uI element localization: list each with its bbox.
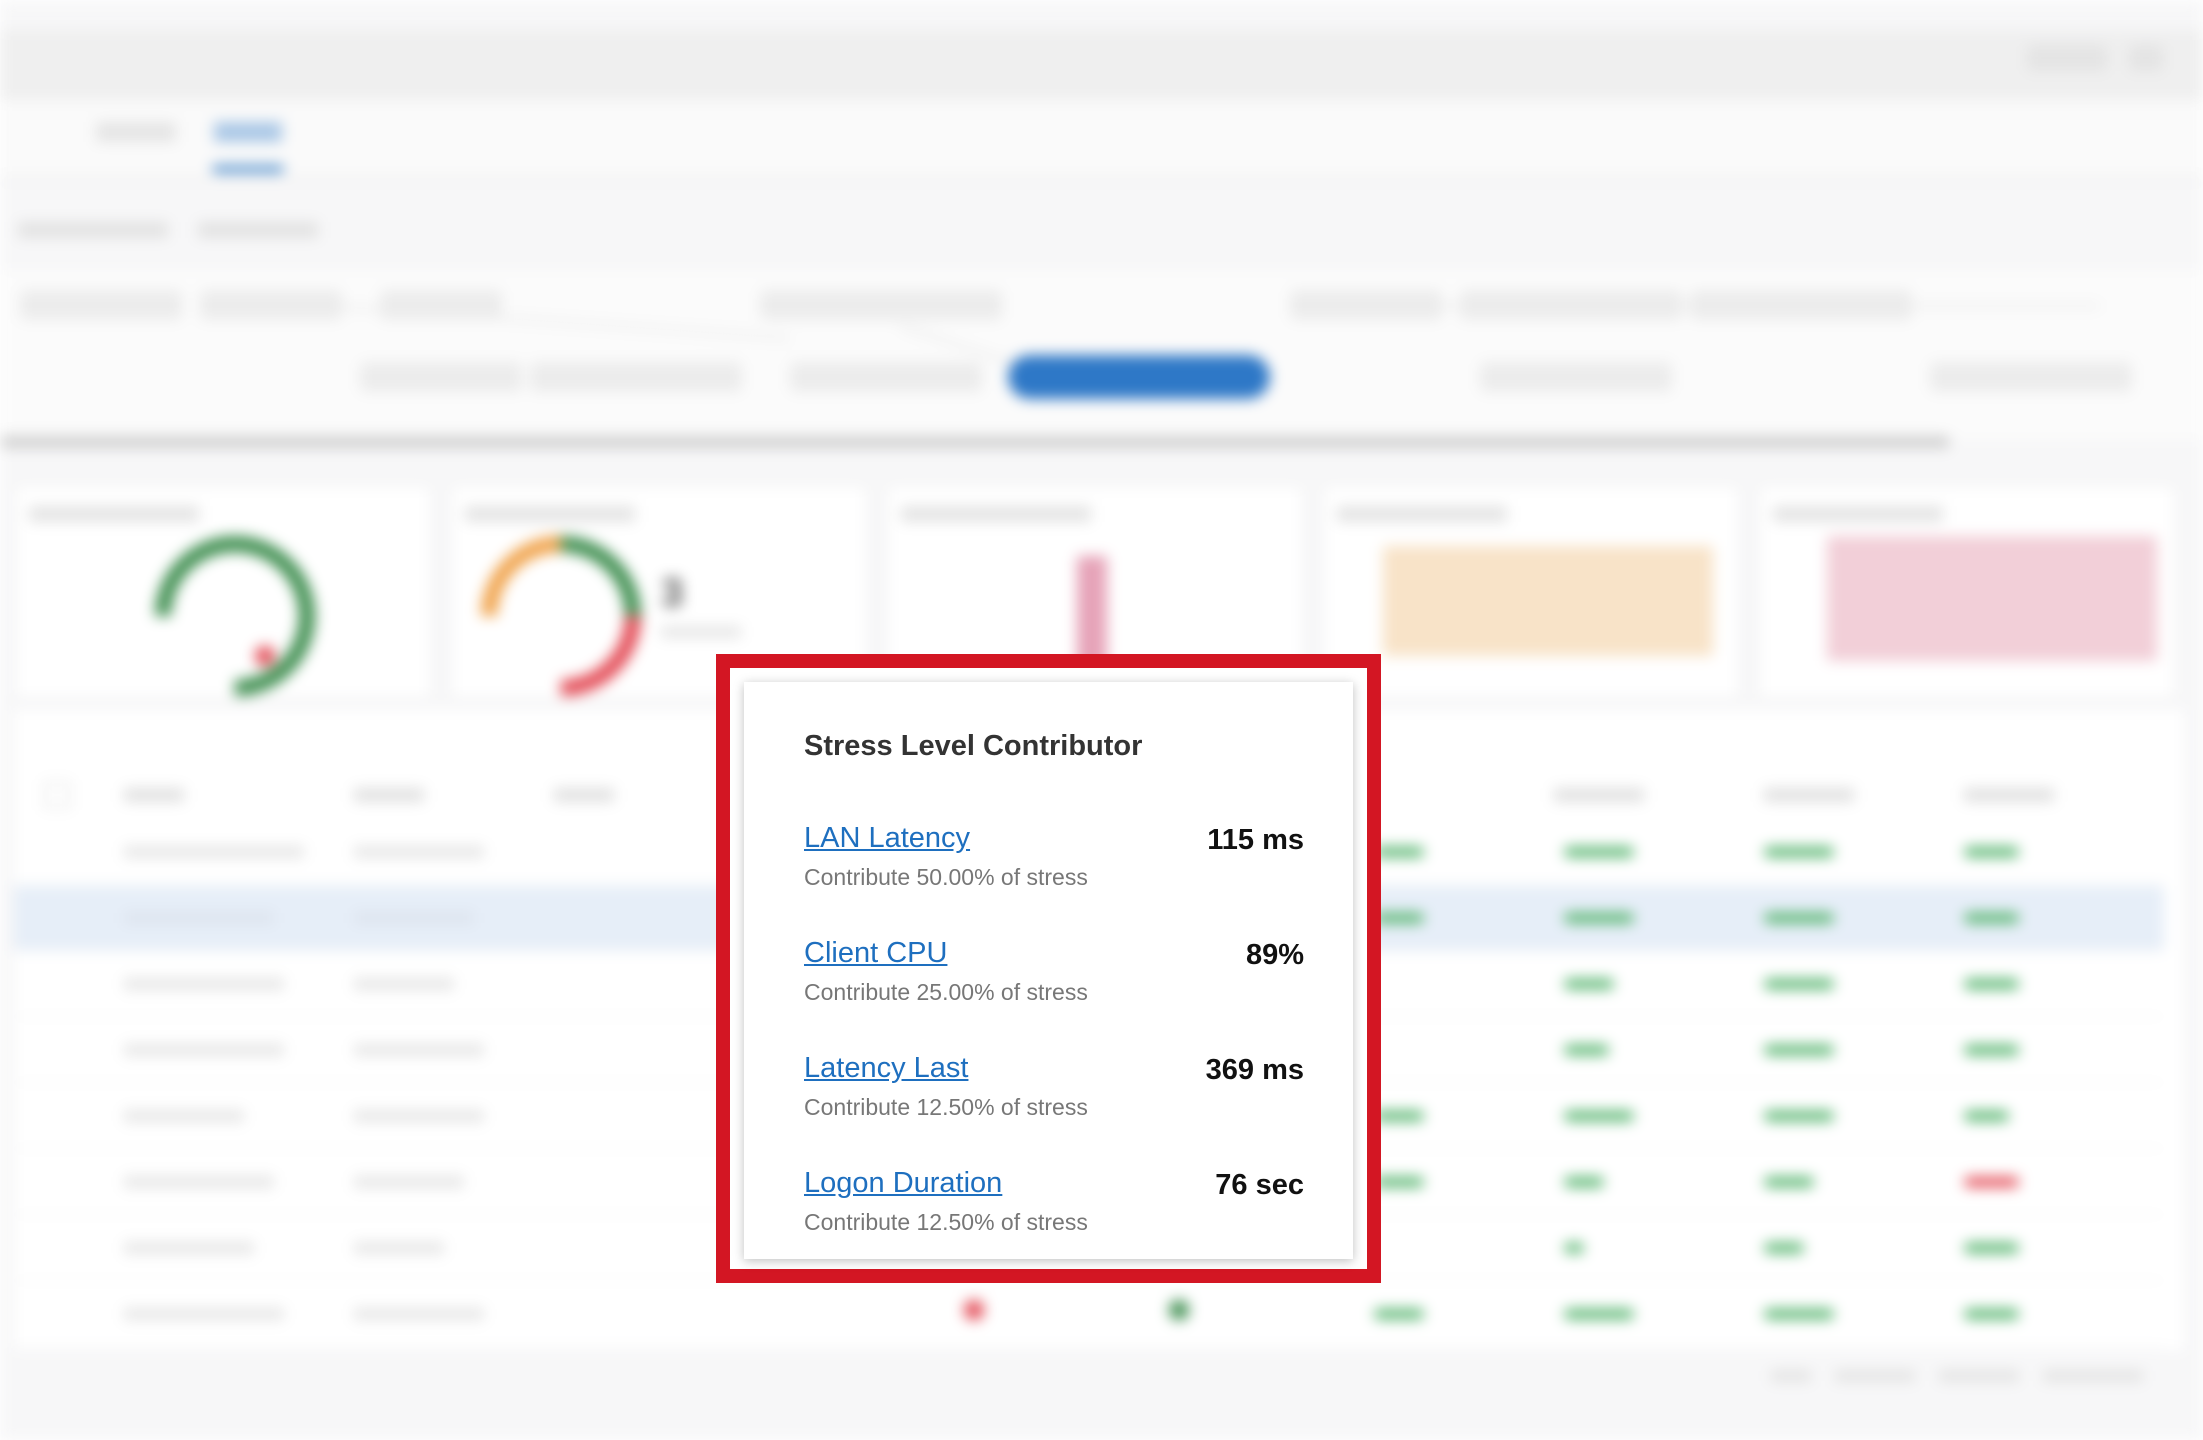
contributor-item: Client CPU 89% Contribute 25.00% of stre… <box>804 937 1304 1052</box>
background-top-actions <box>2027 45 2163 71</box>
background-pagination <box>1771 1370 2143 1382</box>
background-topbar <box>0 30 2203 100</box>
background-breadcrumb <box>18 222 318 238</box>
highlight-frame: Stress Level Contributor LAN Latency 115… <box>716 654 1381 1283</box>
contributor-link-logon-duration[interactable]: Logon Duration <box>804 1167 1002 1200</box>
contributor-link-client-cpu[interactable]: Client CPU <box>804 937 947 970</box>
background-scrollbar <box>0 436 1950 448</box>
contributor-value: 115 ms <box>1207 824 1304 856</box>
contributor-item: Logon Duration 76 sec Contribute 12.50% … <box>804 1167 1304 1282</box>
contributor-list: LAN Latency 115 ms Contribute 50.00% of … <box>804 822 1304 1282</box>
background-tab <box>96 122 176 142</box>
background-flow-diagram <box>0 270 2203 440</box>
contributor-description: Contribute 12.50% of stress <box>804 1209 1088 1235</box>
background-tabs <box>0 100 2203 180</box>
contributor-item: LAN Latency 115 ms Contribute 50.00% of … <box>804 822 1304 937</box>
contributor-value: 369 ms <box>1205 1054 1304 1086</box>
background-tab <box>214 122 282 142</box>
background-top-button <box>2129 45 2163 71</box>
background-tab-underline <box>212 166 284 172</box>
stress-level-contributor-popup: Stress Level Contributor LAN Latency 115… <box>744 682 1353 1259</box>
contributor-value: 89% <box>1245 939 1304 971</box>
contributor-link-lan-latency[interactable]: LAN Latency <box>804 822 970 855</box>
contributor-item: Latency Last 369 ms Contribute 12.50% of… <box>804 1052 1304 1167</box>
background-tab <box>18 122 58 142</box>
contributor-description: Contribute 50.00% of stress <box>804 864 1088 890</box>
contributor-link-latency-last[interactable]: Latency Last <box>804 1052 968 1085</box>
contributor-description: Contribute 12.50% of stress <box>804 1094 1088 1120</box>
background-top-button <box>2027 45 2107 71</box>
contributor-description: Contribute 25.00% of stress <box>804 979 1088 1005</box>
popup-title: Stress Level Contributor <box>804 730 1143 762</box>
contributor-value: 76 sec <box>1215 1169 1304 1201</box>
